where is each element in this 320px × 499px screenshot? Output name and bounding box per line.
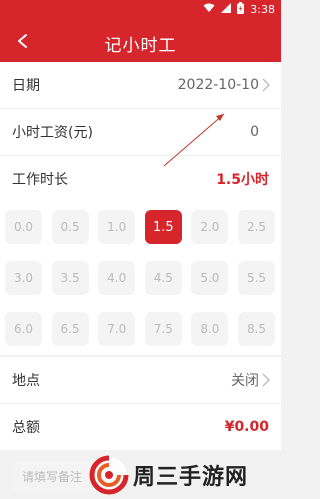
total-value: ¥0.00	[224, 419, 269, 435]
hour-option-6-5[interactable]: 6.5	[51, 312, 89, 346]
work-hours-value: 1.5小时	[216, 172, 269, 188]
hour-option-1-5[interactable]: 1.5	[144, 210, 182, 244]
hour-option-0-0[interactable]: 0.0	[5, 210, 42, 244]
hour-option-4-0[interactable]: 4.0	[98, 261, 136, 295]
date-label: 日期	[12, 78, 40, 94]
date-value: 2022-10-10	[177, 77, 259, 93]
watermark: 周三手游网	[85, 451, 281, 499]
hour-option-4-5[interactable]: 4.5	[144, 261, 182, 295]
app-bar: 记小时工	[0, 20, 281, 62]
date-row[interactable]: 日期 2022-10-10	[0, 62, 281, 108]
total-row: 总额 ¥0.00	[0, 404, 281, 450]
hour-option-8-0[interactable]: 8.0	[191, 312, 229, 346]
hour-option-7-5[interactable]: 7.5	[144, 312, 182, 346]
hour-option-1-0[interactable]: 1.0	[98, 210, 136, 244]
watermark-text: 周三手游网	[133, 465, 249, 490]
chevron-right-icon	[262, 373, 270, 387]
hour-option-6-0[interactable]: 6.0	[5, 312, 42, 346]
hour-option-3-0[interactable]: 3.0	[5, 261, 42, 295]
work-hours-label: 工作时长	[12, 172, 68, 188]
hour-option-5-5[interactable]: 5.5	[238, 261, 275, 295]
location-value: 关闭	[231, 373, 259, 389]
location-row[interactable]: 地点 关闭	[0, 357, 281, 403]
hour-option-5-0[interactable]: 5.0	[191, 261, 229, 295]
page-title: 记小时工	[104, 36, 177, 56]
hour-option-8-5[interactable]: 8.5	[238, 312, 275, 346]
location-label: 地点	[12, 373, 40, 389]
status-icons: 3:38	[203, 2, 275, 17]
work-hours-row: 工作时长 1.5小时	[0, 156, 281, 202]
hour-option-3-5[interactable]: 3.5	[51, 261, 89, 295]
hourly-wage-value[interactable]: 0	[250, 124, 259, 140]
watermark-logo-icon	[89, 455, 129, 495]
hourly-wage-row[interactable]: 小时工资(元) 0	[0, 109, 281, 155]
hour-option-7-0[interactable]: 7.0	[98, 312, 136, 346]
status-time: 3:38	[250, 3, 275, 16]
chevron-right-icon	[262, 78, 270, 92]
hour-option-0-5[interactable]: 0.5	[51, 210, 89, 244]
hours-grid: 0.0 0.5 1.0 1.5 2.0 2.5 3.0 3.5 4.0 4.5 5.0 5.5 6.0 6…	[0, 201, 281, 355]
wifi-icon	[203, 3, 215, 16]
hour-option-2-0[interactable]: 2.0	[191, 210, 229, 244]
hourly-wage-label: 小时工资(元)	[12, 125, 93, 141]
hour-option-2-5[interactable]: 2.5	[238, 210, 275, 244]
signal-icon	[221, 3, 232, 16]
total-label: 总额	[12, 420, 40, 436]
battery-icon	[237, 2, 245, 17]
status-bar: 3:38	[0, 0, 281, 20]
